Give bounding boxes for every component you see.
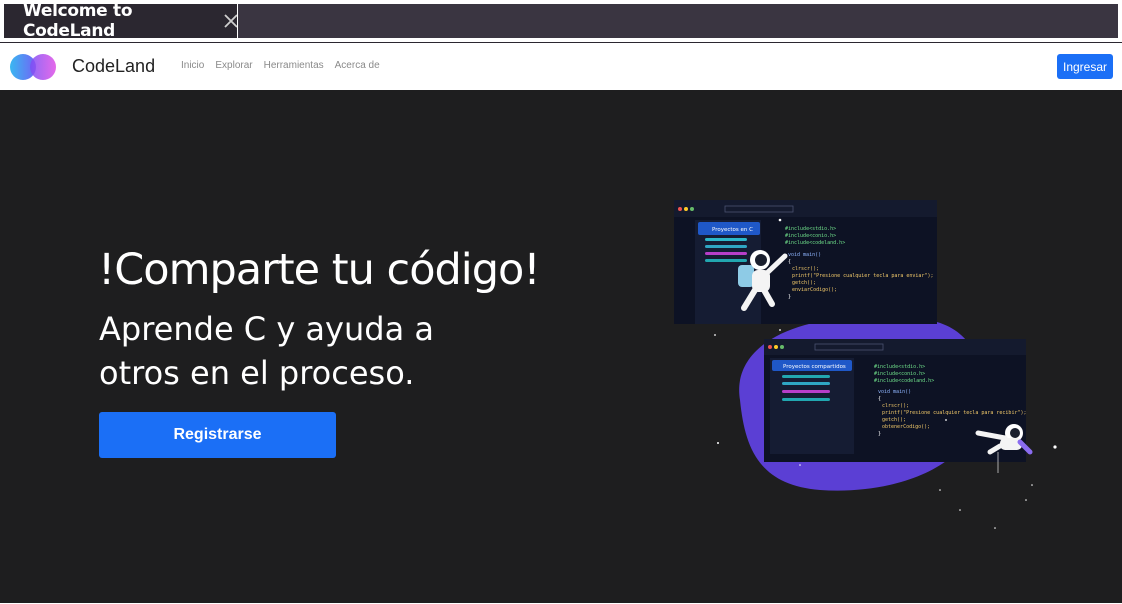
- w2-code-line: clrscr();: [882, 403, 909, 409]
- login-button[interactable]: Ingresar: [1057, 54, 1113, 79]
- w2-code-line: #include<codeland.h>: [874, 378, 934, 384]
- w2-code-line: #include<conio.h>: [874, 371, 925, 377]
- nav-link-herramientas[interactable]: Herramientas: [264, 60, 324, 71]
- w2-code-line: void main(): [878, 389, 911, 395]
- w1-code-line: printf("Presione cualquier tecla para en…: [792, 273, 933, 279]
- w1-code-line: enviarCodigo();: [792, 287, 837, 293]
- w2-code-line: }: [878, 431, 881, 437]
- w1-code-line: #include<stdio.h>: [785, 226, 836, 232]
- nav-link-acerca-de[interactable]: Acerca de: [335, 60, 380, 71]
- w1-code-line: clrscr();: [792, 266, 819, 272]
- w1-code-line: void main(): [788, 252, 821, 258]
- nav-links: Inicio Explorar Herramientas Acerca de: [181, 60, 380, 71]
- w1-code-line: #include<conio.h>: [785, 233, 836, 239]
- w2-code-line: obtenerCodigo();: [882, 424, 930, 430]
- nav-link-explorar[interactable]: Explorar: [215, 60, 252, 71]
- hero-subtitle: Aprende C y ayuda a otros en el proceso.: [99, 310, 434, 392]
- code-window-2: Proyectos compartidos #include<stdio.h> …: [764, 339, 1027, 462]
- w2-code-line: #include<stdio.h>: [874, 364, 925, 370]
- browser-tab-strip: Welcome to CodeLand: [4, 1, 1118, 41]
- w2-code-line: {: [878, 396, 881, 402]
- tabstrip-border: [0, 42, 1122, 43]
- hero-section: !Comparte tu código! Aprende C y ayuda a…: [0, 90, 1122, 603]
- w1-code-line: #include<codeland.h>: [785, 240, 845, 246]
- browser-tab[interactable]: Welcome to CodeLand: [4, 1, 238, 41]
- hero-illustration: Proyectos en C #include<stdio.h> #includ…: [674, 200, 1057, 529]
- code-window-1: Proyectos en C #include<stdio.h> #includ…: [674, 200, 937, 324]
- window1-sidebar-title: Proyectos en C: [712, 227, 753, 233]
- site-navbar: CodeLand Inicio Explorar Herramientas Ac…: [0, 44, 1122, 90]
- register-button[interactable]: Registrarse: [99, 412, 336, 458]
- close-icon[interactable]: [223, 13, 238, 29]
- tab-title: Welcome to CodeLand: [23, 1, 133, 41]
- w1-code-line: {: [788, 259, 791, 265]
- w2-code-line: printf("Presione cualquier tecla para re…: [882, 410, 1027, 416]
- brand-name[interactable]: CodeLand: [72, 56, 155, 77]
- w1-code-line: }: [788, 294, 791, 300]
- w2-code-line: getch();: [882, 417, 906, 423]
- hero-title: !Comparte tu código!: [98, 245, 541, 295]
- window2-sidebar-title: Proyectos compartidos: [783, 364, 846, 370]
- w1-code-line: getch();: [792, 280, 816, 286]
- codeland-logo-icon[interactable]: [9, 53, 59, 81]
- nav-link-inicio[interactable]: Inicio: [181, 60, 204, 71]
- tab-divider: [237, 0, 238, 42]
